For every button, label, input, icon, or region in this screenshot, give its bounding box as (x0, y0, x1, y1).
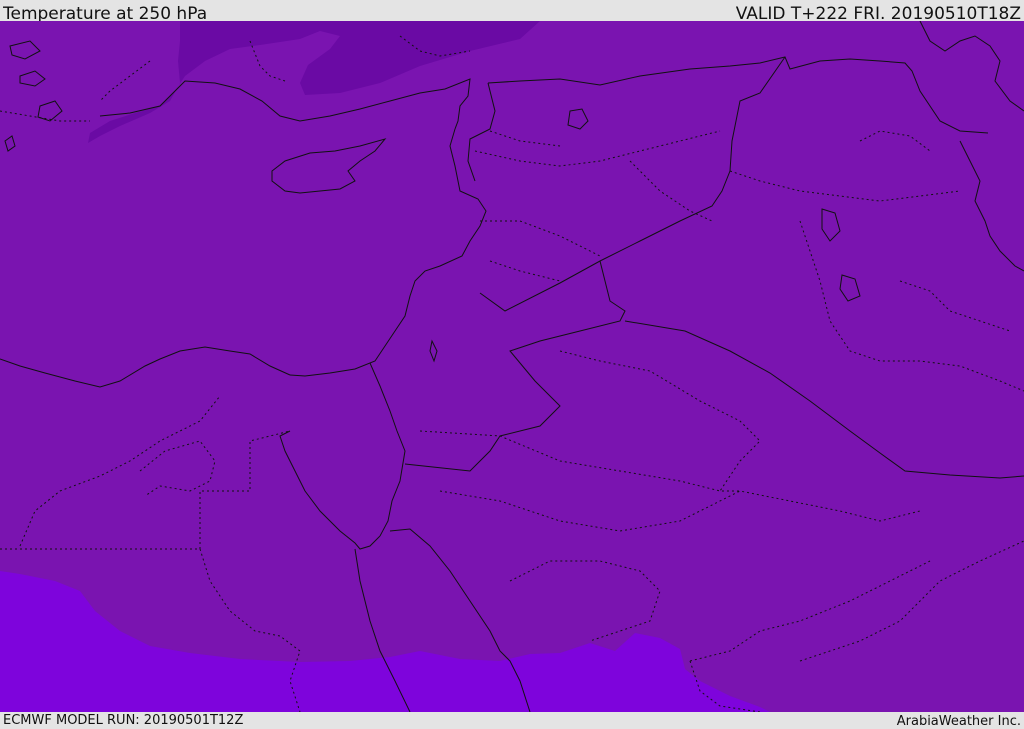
map-title: Temperature at 250 hPa (3, 4, 208, 21)
map-area (0, 21, 1024, 712)
valid-time: VALID T+222 FRI. 20190510T18Z (735, 4, 1021, 21)
credit-label: ArabiaWeather Inc. (896, 714, 1021, 729)
map-header: Temperature at 250 hPa VALID T+222 FRI. … (0, 0, 1024, 21)
map-canvas (0, 21, 1024, 712)
model-run-label: ECMWF MODEL RUN: 20190501T12Z (3, 713, 244, 728)
map-footer: ECMWF MODEL RUN: 20190501T12Z ArabiaWeat… (0, 712, 1024, 729)
temperature-field (0, 21, 1024, 712)
weather-map-frame: Temperature at 250 hPa VALID T+222 FRI. … (0, 0, 1024, 729)
